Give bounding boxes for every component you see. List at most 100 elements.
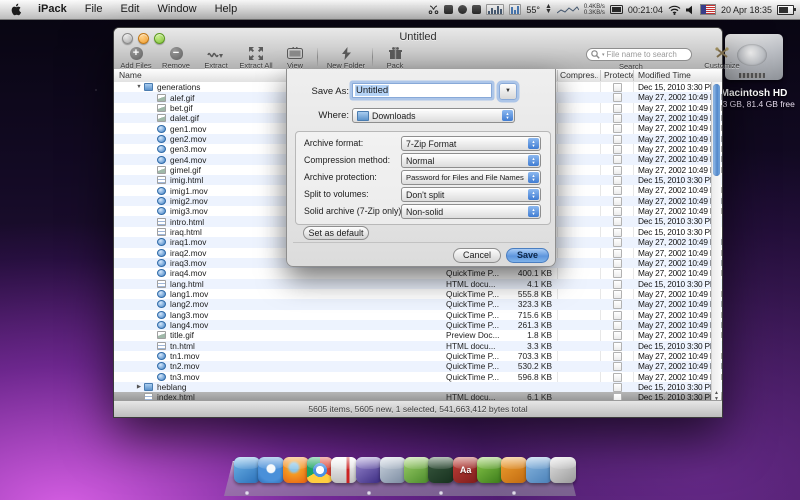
menu-item-window[interactable]: Window: [148, 0, 205, 19]
battery-icon[interactable]: [777, 5, 794, 15]
dock-item-terminal[interactable]: [428, 457, 454, 483]
protected-checkbox[interactable]: [613, 342, 622, 351]
table-row[interactable]: ▶heblangDec 15, 2010 3:30 PM: [114, 382, 722, 392]
solid-archive-popup[interactable]: Non-solid▲▼: [401, 204, 541, 219]
table-row[interactable]: tn3.movQuickTime P...596.8 KBMay 27, 200…: [114, 372, 722, 382]
table-row[interactable]: lang2.movQuickTime P...323.3 KBMay 27, 2…: [114, 299, 722, 309]
protected-checkbox[interactable]: [613, 155, 622, 164]
save-as-expand-button[interactable]: ▼: [499, 83, 517, 100]
menu-item-edit[interactable]: Edit: [111, 0, 148, 19]
column-header-protected[interactable]: Protected: [604, 69, 634, 82]
protected-checkbox[interactable]: [613, 249, 622, 258]
protected-checkbox[interactable]: [613, 383, 622, 392]
compression-method-popup[interactable]: Normal▲▼: [401, 153, 541, 168]
table-row[interactable]: lang4.movQuickTime P...261.3 KBMay 27, 2…: [114, 320, 722, 330]
protected-checkbox[interactable]: [613, 176, 622, 185]
vertical-scrollbar[interactable]: ▲▼: [711, 82, 721, 403]
protected-checkbox[interactable]: [613, 166, 622, 175]
set-as-default-button[interactable]: Set as default: [303, 226, 369, 240]
table-row[interactable]: tn.htmlHTML docu...3.3 KBDec 15, 2010 3:…: [114, 341, 722, 351]
disclosure-triangle-icon[interactable]: ▼: [134, 84, 144, 90]
status-app-icon[interactable]: [472, 5, 481, 14]
status-app-icon[interactable]: [458, 5, 467, 14]
cancel-button[interactable]: Cancel: [453, 248, 501, 263]
remove-button[interactable]: − Remove: [156, 46, 196, 70]
dock-item-finder[interactable]: [234, 457, 260, 483]
menubar-clock[interactable]: 20 Apr 18:35: [721, 5, 772, 15]
uptime-clock-readout[interactable]: 00:21:04: [628, 5, 663, 15]
menu-item-file[interactable]: File: [76, 0, 112, 19]
network-graph-icon[interactable]: [557, 5, 579, 15]
column-header-compressed[interactable]: Compres...: [560, 69, 598, 82]
protected-checkbox[interactable]: [613, 217, 622, 226]
dock-item-chrome[interactable]: [307, 457, 333, 483]
dock-item-orange-character[interactable]: [501, 457, 527, 483]
dock-item-xcode[interactable]: [380, 457, 406, 483]
save-button[interactable]: Save: [506, 248, 549, 263]
protected-checkbox[interactable]: [613, 373, 622, 382]
protected-checkbox[interactable]: [613, 238, 622, 247]
temperature-readout[interactable]: 55°: [526, 5, 540, 15]
table-row[interactable]: lang3.movQuickTime P...715.6 KBMay 27, 2…: [114, 310, 722, 320]
cpu-monitor-icon[interactable]: [486, 4, 504, 15]
extract-all-button[interactable]: Extract All: [234, 46, 278, 70]
save-as-field[interactable]: Untitled: [352, 83, 492, 98]
protected-checkbox[interactable]: [613, 321, 622, 330]
archive-format-popup[interactable]: 7-Zip Format▲▼: [401, 136, 541, 151]
where-popup[interactable]: Downloads ▲▼: [352, 108, 515, 123]
protected-checkbox[interactable]: [613, 124, 622, 133]
protected-checkbox[interactable]: [613, 259, 622, 268]
protected-checkbox[interactable]: [613, 352, 622, 361]
protected-checkbox[interactable]: [613, 197, 622, 206]
protected-checkbox[interactable]: [613, 300, 622, 309]
memory-monitor-icon[interactable]: [509, 4, 521, 15]
dock-item-downloads-folder[interactable]: [526, 457, 552, 483]
dock-item-green-utility[interactable]: [404, 457, 430, 483]
protected-checkbox[interactable]: [613, 362, 622, 371]
input-language-flag-icon[interactable]: [700, 4, 716, 15]
protected-checkbox[interactable]: [613, 228, 622, 237]
table-row[interactable]: iraq4.movQuickTime P...400.1 KBMay 27, 2…: [114, 268, 722, 278]
customize-button[interactable]: Customize: [700, 46, 744, 70]
menu-item-help[interactable]: Help: [206, 0, 247, 19]
dock-item-firefox[interactable]: [283, 457, 309, 483]
protected-checkbox[interactable]: [613, 290, 622, 299]
disclosure-triangle-icon[interactable]: ▶: [134, 384, 144, 390]
table-row[interactable]: lang.htmlHTML docu...4.1 KBDec 15, 2010 …: [114, 279, 722, 289]
protected-checkbox[interactable]: [613, 331, 622, 340]
scrollbar-thumb[interactable]: [713, 84, 720, 176]
table-row[interactable]: lang1.movQuickTime P...555.8 KBMay 27, 2…: [114, 289, 722, 299]
split-volumes-popup[interactable]: Don't split▲▼: [401, 187, 541, 202]
protected-checkbox[interactable]: [613, 186, 622, 195]
table-row[interactable]: title.gifPreview Doc...1.8 KBMay 27, 200…: [114, 330, 722, 340]
protected-checkbox[interactable]: [613, 269, 622, 278]
protected-checkbox[interactable]: [613, 311, 622, 320]
network-speed-readout[interactable]: 0.4KB/s0.3KB/s: [584, 4, 605, 16]
new-folder-button[interactable]: New Folder: [322, 46, 370, 70]
add-files-button[interactable]: + Add Files: [116, 46, 156, 70]
archive-protection-popup[interactable]: Password for Files and File Names▲▼: [401, 170, 541, 185]
apple-menu-icon[interactable]: [10, 3, 23, 16]
pack-button[interactable]: Pack: [377, 46, 413, 70]
column-header-name[interactable]: Name: [119, 69, 142, 82]
dock-item-web-globe[interactable]: [356, 457, 382, 483]
search-input[interactable]: ▾ File name to search: [586, 48, 692, 61]
status-app-icon[interactable]: [444, 5, 453, 14]
dock-item-creature-app[interactable]: [477, 457, 503, 483]
display-icon[interactable]: [610, 5, 623, 15]
protected-checkbox[interactable]: [613, 93, 622, 102]
protected-checkbox[interactable]: [613, 83, 622, 92]
column-header-modified[interactable]: Modified Time: [638, 69, 714, 82]
wifi-icon[interactable]: [668, 5, 681, 15]
protected-checkbox[interactable]: [613, 280, 622, 289]
protected-checkbox[interactable]: [613, 114, 622, 123]
protected-checkbox[interactable]: [613, 145, 622, 154]
view-button[interactable]: View: [278, 46, 312, 70]
table-row[interactable]: tn2.movQuickTime P...530.2 KBMay 27, 200…: [114, 361, 722, 371]
dock-item-safari[interactable]: [258, 457, 284, 483]
menu-item-app[interactable]: iPack: [29, 0, 76, 19]
volume-icon[interactable]: [686, 5, 695, 15]
dock-item-trash[interactable]: [550, 457, 576, 483]
table-row[interactable]: tn1.movQuickTime P...703.3 KBMay 27, 200…: [114, 351, 722, 361]
protected-checkbox[interactable]: [613, 135, 622, 144]
